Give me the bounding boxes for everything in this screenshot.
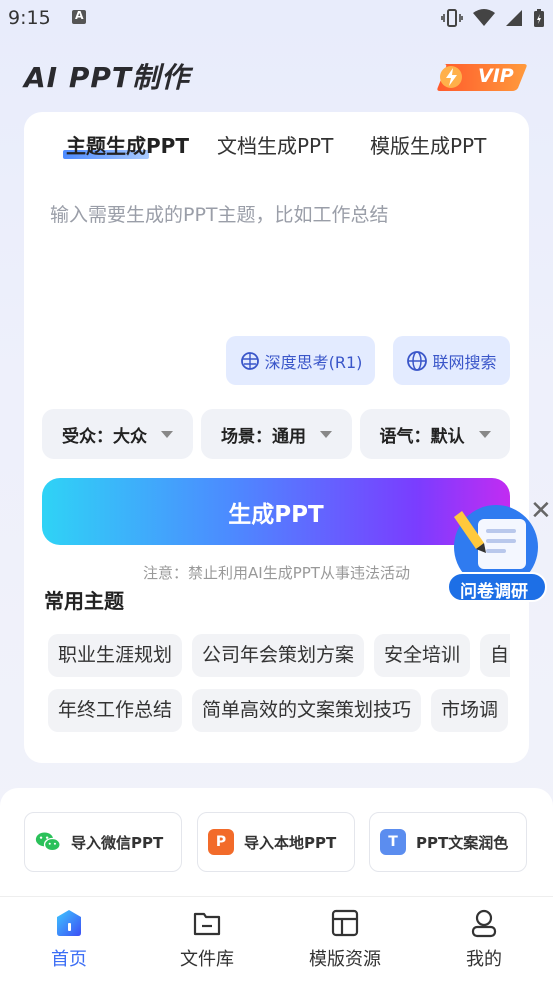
globe-icon — [407, 350, 428, 371]
wechat-icon — [35, 829, 61, 855]
scene-select[interactable]: 场景：通用 — [201, 409, 352, 459]
nav-template-resources[interactable]: 模版资源 — [295, 907, 395, 971]
brain-icon — [240, 351, 259, 370]
nav-home[interactable]: 首页 — [19, 907, 119, 971]
generation-tabs: 主题生成PPT 文档生成PPT 模版生成PPT — [24, 130, 529, 162]
import-local-ppt-button[interactable]: P 导入本地PPT — [197, 812, 355, 872]
wifi-icon — [473, 9, 495, 26]
vibrate-icon — [441, 9, 463, 27]
battery-icon — [534, 9, 544, 27]
chevron-down-icon — [320, 430, 332, 438]
topic-chip[interactable]: 安全培训 — [374, 634, 471, 677]
topic-chip[interactable]: 自 — [480, 634, 510, 677]
topic-input[interactable]: 输入需要生成的PPT主题，比如工作总结 — [50, 200, 389, 227]
import-wechat-ppt-button[interactable]: 导入微信PPT — [24, 812, 182, 872]
topic-chip[interactable]: 年终工作总结 — [48, 689, 183, 732]
status-bar: 9:15 — [0, 0, 553, 38]
survey-label: 问卷调研 — [460, 582, 528, 602]
topic-chip[interactable]: 市场调 — [431, 689, 509, 732]
deep-think-button[interactable]: 深度思考(R1) — [226, 336, 375, 385]
profile-icon — [471, 909, 497, 938]
topic-chip[interactable]: 职业生涯规划 — [48, 634, 183, 677]
app-title: AI PPT制作 — [24, 61, 190, 94]
generate-ppt-button[interactable]: 生成PPT — [42, 478, 510, 545]
generator-card: 主题生成PPT 文档生成PPT 模版生成PPT 输入需要生成的PPT主题，比如工… — [24, 112, 529, 763]
common-topics-list: 职业生涯规划 公司年会策划方案 安全培训 自 年终工作总结 简单高效的文案策划技… — [48, 632, 510, 737]
tab-template-ppt[interactable]: 模版生成PPT — [370, 130, 486, 159]
vip-badge[interactable]: VIP — [436, 62, 528, 92]
tab-topic-ppt[interactable]: 主题生成PPT — [66, 130, 189, 159]
bottom-navigation: 首页 文件库 模版资源 我的 — [0, 896, 553, 984]
topic-chip[interactable]: 公司年会策划方案 — [192, 634, 365, 677]
template-icon — [331, 909, 359, 937]
folder-icon — [193, 912, 221, 936]
nav-file-library[interactable]: 文件库 — [157, 907, 257, 971]
topic-chip[interactable]: 简单高效的文案策划技巧 — [192, 689, 422, 732]
common-topics-title: 常用主题 — [44, 589, 124, 613]
audience-select[interactable]: 受众：大众 — [42, 409, 193, 459]
ppt-text-polish-button[interactable]: T PPT文案润色 — [369, 812, 527, 872]
nav-profile[interactable]: 我的 — [434, 907, 534, 971]
chevron-down-icon — [478, 430, 491, 438]
status-icons — [441, 8, 545, 28]
text-polish-icon: T — [380, 829, 406, 855]
chevron-down-icon — [161, 430, 173, 438]
signal-icon — [506, 10, 522, 26]
survey-float-button[interactable]: 问卷调研 — [446, 505, 550, 605]
tab-document-ppt[interactable]: 文档生成PPT — [217, 130, 333, 159]
vip-label: VIP — [478, 65, 514, 87]
home-icon — [57, 910, 81, 936]
ppt-file-icon: P — [208, 829, 234, 855]
tone-select[interactable]: 语气：默认 — [360, 409, 510, 459]
status-time: 9:15 — [8, 7, 51, 29]
notification-app-icon — [72, 9, 86, 24]
web-search-button[interactable]: 联网搜索 — [393, 336, 510, 385]
